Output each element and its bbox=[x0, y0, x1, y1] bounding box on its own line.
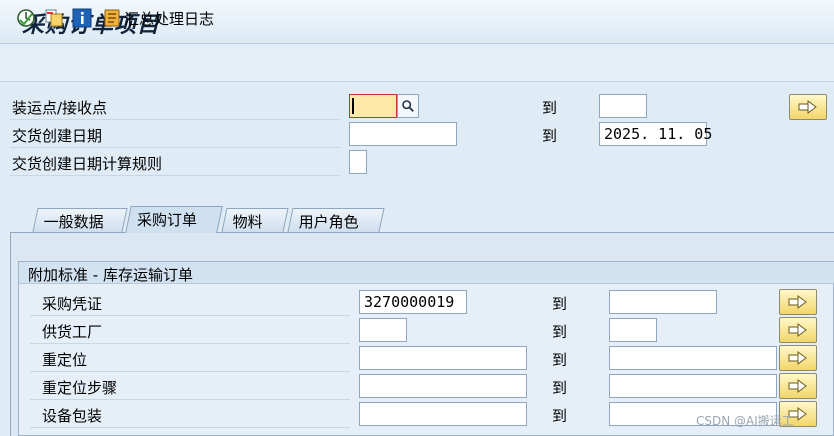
multiple-selection-button[interactable] bbox=[779, 373, 817, 399]
group-row-to-label: 到 bbox=[552, 407, 568, 425]
tab-material[interactable]: 物料 bbox=[221, 208, 289, 232]
group-row-to-input[interactable] bbox=[609, 346, 777, 370]
group-row-to-label: 到 bbox=[552, 351, 568, 369]
log-label[interactable]: 汇总处理日志 bbox=[124, 8, 214, 29]
group-row-from-input[interactable]: 3270000019 bbox=[359, 290, 467, 314]
arrow-right-icon bbox=[788, 323, 807, 337]
multiple-selection-button[interactable] bbox=[779, 345, 817, 371]
group-row-label: 重定位步骤 bbox=[42, 379, 118, 397]
multiple-selection-button[interactable] bbox=[789, 94, 827, 120]
execute-clock-icon[interactable] bbox=[16, 8, 36, 28]
arrow-right-icon bbox=[798, 100, 817, 114]
group-row-to-input[interactable] bbox=[609, 374, 777, 398]
text-cursor bbox=[352, 98, 354, 114]
multiple-selection-button[interactable] bbox=[779, 289, 817, 315]
group-row-from-input[interactable] bbox=[359, 402, 527, 426]
arrow-right-icon bbox=[788, 295, 807, 309]
shipping-point-to-input[interactable] bbox=[599, 94, 647, 118]
group-row-label: 采购凭证 bbox=[42, 295, 103, 313]
group-row-to-label: 到 bbox=[552, 323, 568, 341]
shipping-point-from-input[interactable] bbox=[349, 94, 397, 118]
search-help-button[interactable] bbox=[397, 94, 419, 118]
row-divider bbox=[10, 119, 340, 120]
group-row-from-input[interactable] bbox=[359, 318, 407, 342]
tab-label: 一般数据 bbox=[43, 213, 104, 231]
arrow-right-icon bbox=[788, 379, 807, 393]
row-divider bbox=[30, 399, 350, 400]
row-divider bbox=[10, 147, 340, 148]
watermark: CSDN @AI搬运工 bbox=[696, 414, 794, 428]
tab-purchase-order[interactable]: 采购订单 bbox=[125, 206, 223, 233]
delivery-date-to-label: 到 bbox=[542, 127, 558, 145]
shipping-point-label: 装运点/接收点 bbox=[12, 99, 108, 117]
row-divider bbox=[30, 371, 350, 372]
row-divider bbox=[30, 343, 350, 344]
info-icon[interactable] bbox=[72, 8, 92, 28]
delivery-date-from-input[interactable] bbox=[349, 122, 457, 146]
group-row-from-input[interactable] bbox=[359, 374, 527, 398]
date-rule-label: 交货创建日期计算规则 bbox=[12, 155, 163, 173]
copy-variant-icon[interactable] bbox=[44, 8, 64, 28]
log-icon[interactable] bbox=[102, 8, 122, 28]
group-row-to-input[interactable] bbox=[609, 290, 717, 314]
group-row-label: 设备包装 bbox=[42, 407, 103, 425]
delivery-date-to-input[interactable]: 2025. 11. 05 bbox=[599, 122, 712, 146]
delivery-date-label: 交货创建日期 bbox=[12, 127, 103, 145]
group-row-to-label: 到 bbox=[552, 295, 568, 313]
tab-label: 采购订单 bbox=[137, 211, 198, 229]
group-row-label: 重定位 bbox=[42, 351, 88, 369]
group-row-to-label: 到 bbox=[552, 379, 568, 397]
date-rule-input[interactable] bbox=[349, 150, 367, 174]
row-divider bbox=[30, 315, 350, 316]
multiple-selection-button[interactable] bbox=[779, 317, 817, 343]
row-divider bbox=[10, 175, 340, 176]
search-icon bbox=[402, 100, 414, 112]
application-toolbar bbox=[0, 45, 834, 82]
arrow-right-icon bbox=[788, 351, 807, 365]
shipping-point-to-label: 到 bbox=[542, 99, 558, 117]
tab-user-role[interactable]: 用户角色 bbox=[287, 208, 385, 232]
tab-general-data[interactable]: 一般数据 bbox=[32, 208, 128, 232]
group-row-to-input[interactable] bbox=[609, 318, 657, 342]
row-divider bbox=[30, 427, 350, 428]
group-row-from-input[interactable] bbox=[359, 346, 527, 370]
group-row-label: 供货工厂 bbox=[42, 323, 103, 341]
tab-label: 用户角色 bbox=[298, 213, 359, 231]
group-title: 附加标准 - 库存运输订单 bbox=[28, 266, 193, 284]
tab-label: 物料 bbox=[232, 213, 263, 231]
